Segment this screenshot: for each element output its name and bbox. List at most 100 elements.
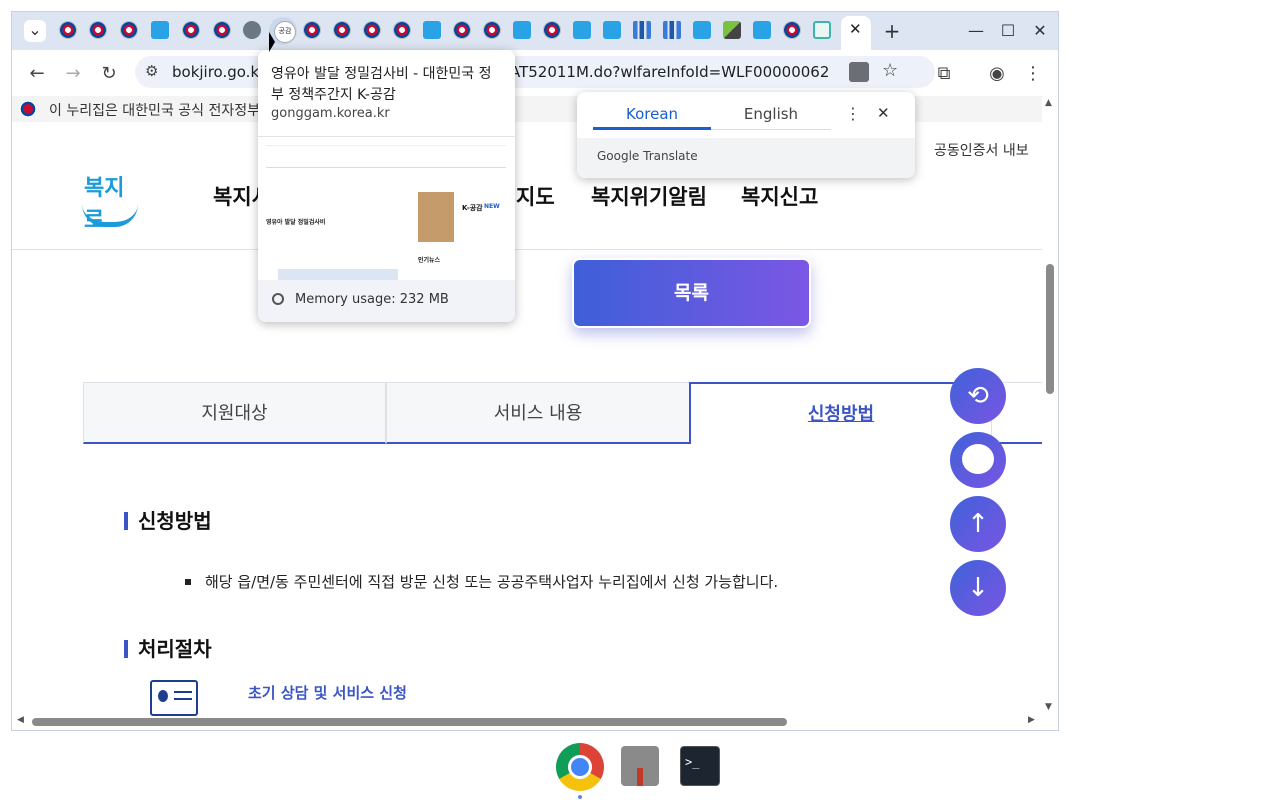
forward-icon[interactable]: → <box>61 62 85 86</box>
recent-history-icon[interactable]: ⟲ <box>950 368 1006 424</box>
thumb-new-label: NEW <box>484 203 500 210</box>
window-close-icon[interactable]: ✕ <box>1030 21 1050 41</box>
tab-how-to-apply[interactable]: 신청방법 <box>689 382 993 444</box>
gnb-item[interactable]: 지도 <box>516 181 555 211</box>
address-bar[interactable]: ⚙ bokjiro.go.kr AT52011M.do?wlfareInfoId… <box>135 56 935 88</box>
back-icon[interactable]: ← <box>25 62 49 86</box>
tab-bokjiro-icon[interactable] <box>573 21 591 39</box>
maximize-icon[interactable]: ☐ <box>998 21 1018 41</box>
tab-gov-icon[interactable] <box>59 21 77 39</box>
tab-gov-icon[interactable] <box>213 21 231 39</box>
tab-service-content[interactable]: 서비스 내용 <box>386 382 690 444</box>
running-indicator <box>578 795 582 799</box>
bullet-marker <box>185 579 191 585</box>
menu-icon[interactable]: ⋮ <box>1021 62 1045 86</box>
tab-search-button[interactable]: ⌄ <box>24 20 46 42</box>
cert-export-link[interactable]: 공동인증서 내보 <box>934 140 1029 160</box>
scroll-up-arrow-icon[interactable]: ▲ <box>1045 98 1052 108</box>
translate-options-icon[interactable]: ⋮ <box>845 104 861 123</box>
memory-gauge-icon <box>272 293 284 305</box>
app-taskbar-icon[interactable] <box>621 746 659 786</box>
tab-gonggam-icon[interactable]: 공감 <box>274 21 296 43</box>
tab-gov-icon[interactable] <box>363 21 381 39</box>
translate-icon[interactable] <box>849 62 869 82</box>
tab-gov-icon[interactable] <box>393 21 411 39</box>
hover-card-memory: Memory usage: 232 MB <box>258 280 515 322</box>
tab-bokjiro-icon[interactable] <box>151 21 169 39</box>
tab-gov-icon[interactable] <box>303 21 321 39</box>
section-title-apply: 신청방법 <box>124 511 212 531</box>
horizontal-scroll-thumb[interactable] <box>32 718 787 726</box>
tab-eligibility[interactable]: 지원대상 <box>83 382 386 444</box>
thumb-kgonggam-label: K-공감 <box>462 204 483 212</box>
tab-gov-icon[interactable] <box>89 21 107 39</box>
translate-popup: Korean English ⋮ ✕ Google Translate <box>577 92 915 178</box>
url-path: AT52011M.do?wlfareInfoId=WLF00000062 <box>510 63 830 81</box>
scroll-bottom-icon[interactable]: ↓ <box>950 560 1006 616</box>
chrome-taskbar-icon[interactable] <box>556 743 604 791</box>
terminal-taskbar-icon[interactable]: >_ <box>680 746 720 786</box>
tab-gov-icon[interactable] <box>543 21 561 39</box>
reload-icon[interactable]: ↻ <box>97 62 121 86</box>
tab-chart-icon[interactable] <box>633 21 651 39</box>
tab-strip: ⌄ 공감 ✕ + — ☐ ✕ <box>12 12 1058 50</box>
consultation-form-icon <box>150 680 198 716</box>
tab-bokjiro-icon[interactable] <box>603 21 621 39</box>
memory-usage-text: Memory usage: 232 MB <box>295 292 449 307</box>
browser-toolbar: ← → ↻ ⚙ bokjiro.go.kr AT52011M.do?wlfare… <box>12 50 1058 96</box>
hover-card-thumbnail: 영유아 발달 정밀검사비 K-공감 NEW 인기뉴스 <box>258 136 515 282</box>
chatbot-icon[interactable] <box>950 432 1006 488</box>
tab-gov-icon[interactable] <box>182 21 200 39</box>
site-info-icon[interactable]: ⚙ <box>145 62 158 80</box>
profile-icon[interactable]: ◉ <box>985 62 1009 86</box>
list-button[interactable]: 목록 <box>572 258 811 328</box>
thumb-magazine-cover <box>418 192 454 242</box>
translate-footer: Google Translate <box>577 138 915 178</box>
close-tab-icon[interactable]: ✕ <box>849 20 862 38</box>
tab-gov-icon[interactable] <box>120 21 138 39</box>
hover-card-domain: gonggam.korea.kr <box>271 106 390 121</box>
content-tabs: 지원대상 서비스 내용 신청방법 <box>83 382 1042 444</box>
tab-lh-icon[interactable] <box>723 21 741 39</box>
tab-bokjiro-icon[interactable] <box>693 21 711 39</box>
active-tab[interactable]: ✕ <box>841 16 871 50</box>
translate-lang-korean[interactable]: Korean <box>593 92 711 130</box>
scroll-down-arrow-icon[interactable]: ▼ <box>1045 702 1052 712</box>
tab-house-icon[interactable] <box>813 21 831 39</box>
scroll-left-arrow-icon[interactable]: ◀ <box>17 715 24 725</box>
translate-close-icon[interactable]: ✕ <box>877 104 890 122</box>
new-tab-icon[interactable]: + <box>882 21 902 41</box>
apply-description: 해당 읍/면/동 주민센터에 직접 방문 신청 또는 공공주택사업자 누리집에서… <box>205 573 779 591</box>
gov-banner-text: 이 누리집은 대한민국 공식 전자정부 <box>49 103 260 119</box>
tab-gov-icon[interactable] <box>483 21 501 39</box>
translate-lang-english[interactable]: English <box>711 92 831 130</box>
thumb-popular-news: 인기뉴스 <box>418 257 441 264</box>
tab-globe-icon[interactable] <box>243 21 261 39</box>
hover-card-title: 영유아 발달 정밀검사비 - 대한민국 정부 정책주간지 K-공감 <box>271 66 492 103</box>
thumb-article-title: 영유아 발달 정밀검사비 <box>266 219 326 226</box>
tab-bokjiro-icon[interactable] <box>423 21 441 39</box>
tab-hover-card: 영유아 발달 정밀검사비 - 대한민국 정부 정책주간지 K-공감 gongga… <box>258 50 515 322</box>
korea-flag-icon <box>19 101 37 117</box>
extensions-icon[interactable]: ⧉ <box>932 62 956 86</box>
process-step-label: 초기 상담 및 서비스 신청 <box>248 684 407 702</box>
scroll-right-arrow-icon[interactable]: ▶ <box>1028 715 1035 725</box>
tab-chart-icon[interactable] <box>663 21 681 39</box>
tab-gov-icon[interactable] <box>333 21 351 39</box>
vertical-scroll-thumb[interactable] <box>1046 264 1054 394</box>
scroll-top-icon[interactable]: ↑ <box>950 496 1006 552</box>
mouse-cursor-icon <box>269 32 275 52</box>
header-divider <box>12 249 1042 250</box>
bookmark-star-icon[interactable]: ☆ <box>882 60 898 81</box>
minimize-icon[interactable]: — <box>966 21 986 41</box>
gnb-item[interactable]: 복지위기알림 <box>591 181 707 211</box>
tab-bokjiro-icon[interactable] <box>753 21 771 39</box>
gnb-item[interactable]: 복지신고 <box>741 181 818 211</box>
tab-gov-icon[interactable] <box>453 21 471 39</box>
web-page: 이 누리집은 대한민국 공식 전자정부 공동인증서 내보 복지로 복지서 지도 … <box>12 96 1042 716</box>
vertical-scrollbar[interactable]: ▲ ▼ <box>1042 96 1058 716</box>
tab-gov-icon[interactable] <box>783 21 801 39</box>
bokjiro-logo[interactable]: 복지로 <box>80 170 144 233</box>
tab-bokjiro-icon[interactable] <box>513 21 531 39</box>
google-translate-brand: Google Translate <box>597 149 698 163</box>
